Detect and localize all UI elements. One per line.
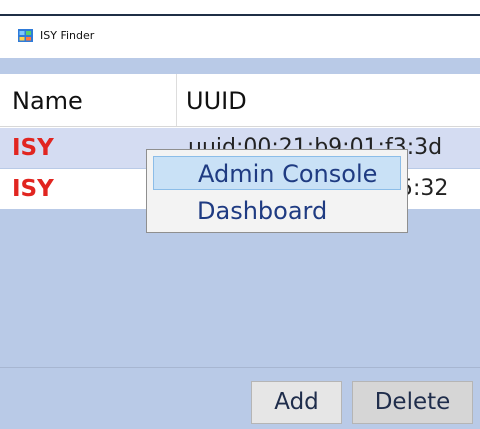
context-menu: Admin Console Dashboard (146, 149, 408, 233)
window-top-edge (0, 0, 480, 16)
menu-item-label: Dashboard (197, 197, 328, 225)
column-header-uuid[interactable]: UUID (186, 87, 247, 115)
toolbar-band (0, 58, 480, 74)
device-name: ISY (12, 135, 54, 161)
isy-finder-app-icon (18, 29, 33, 42)
isy-finder-window: ISY Finder Name UUID ISY uuid:00:21:b9:0… (0, 0, 480, 429)
column-header-name[interactable]: Name (12, 87, 83, 115)
column-divider (176, 74, 177, 126)
menu-item-admin-console[interactable]: Admin Console (153, 156, 401, 190)
add-button[interactable]: Add (251, 381, 342, 424)
device-name: ISY (12, 176, 54, 202)
window-title: ISY Finder (40, 29, 95, 42)
menu-item-label: Admin Console (198, 160, 378, 188)
delete-button[interactable]: Delete (352, 381, 473, 424)
menu-item-dashboard[interactable]: Dashboard (153, 194, 401, 228)
